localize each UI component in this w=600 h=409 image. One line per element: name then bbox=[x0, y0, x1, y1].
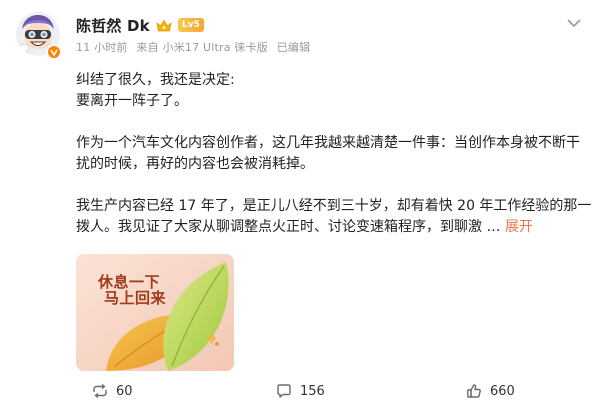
chevron-down-icon bbox=[567, 19, 581, 27]
leaf-illustration-icon bbox=[76, 254, 234, 371]
post-paragraph: 纠结了很久，我还是决定: 要离开一阵子了。 bbox=[76, 70, 576, 112]
verified-badge-icon bbox=[46, 44, 62, 60]
like-button[interactable]: 660 bbox=[466, 381, 515, 401]
thumbs-up-icon bbox=[467, 384, 481, 398]
image-text-line: 马上回来 bbox=[104, 289, 167, 307]
repost-button[interactable]: 60 bbox=[92, 381, 133, 401]
repost-icon bbox=[93, 383, 107, 399]
text-line: 作为一个汽车文化内容创作者，这几年我越来越清楚一件事：当创作本身被不断干 bbox=[76, 135, 580, 151]
post-meta: 11 小时前 来自 小米17 Ultra 徕卡版 已编辑 bbox=[76, 39, 315, 55]
crown-icon[interactable] bbox=[156, 18, 172, 32]
image-caption: 休息一下 马上回来 bbox=[98, 274, 166, 306]
author-name[interactable]: 陈哲然 Dk bbox=[76, 15, 150, 36]
text-line: 我生产内容已经 17 年了，是正儿八经不到三十岁，却有着快 20 年工作经验的那… bbox=[76, 198, 592, 214]
image-text-line: 休息一下 bbox=[98, 273, 161, 291]
post-paragraph: 作为一个汽车文化内容创作者，这几年我越来越清楚一件事：当创作本身被不断干 扰的时… bbox=[76, 133, 580, 175]
post-text: 纠结了很久，我还是决定: 要离开一阵子了。 作为一个汽车文化内容创作者，这几年我… bbox=[76, 70, 592, 238]
text-line: 拨人。我见证了大家从聊调整点火正时、讨论变速箱程序，到聊激 … bbox=[76, 219, 501, 235]
level-badge[interactable]: Lv5 bbox=[177, 18, 204, 32]
like-count: 660 bbox=[490, 383, 515, 399]
edited-label[interactable]: 已编辑 bbox=[277, 41, 311, 54]
author-row: 陈哲然 Dk Lv5 bbox=[76, 14, 204, 36]
text-line: 扰的时候，再好的内容也会被消耗掉。 bbox=[76, 156, 314, 172]
comment-count: 156 bbox=[300, 383, 325, 399]
post-source: 来自 小米17 Ultra 徕卡版 bbox=[136, 41, 268, 54]
text-line-with-expand: 拨人。我见证了大家从聊调整点火正时、讨论变速箱程序，到聊激 … 展开 bbox=[76, 217, 576, 238]
comment-icon bbox=[277, 384, 291, 398]
more-options-button[interactable] bbox=[564, 16, 584, 30]
post-image[interactable]: 休息一下 马上回来 bbox=[76, 254, 234, 371]
repost-count: 60 bbox=[116, 383, 133, 399]
post-paragraph: 我生产内容已经 17 年了，是正儿八经不到三十岁，却有着快 20 年工作经验的那… bbox=[76, 196, 592, 238]
expand-link[interactable]: 展开 bbox=[505, 219, 533, 235]
text-line: 要离开一阵子了。 bbox=[76, 93, 188, 109]
post-time[interactable]: 11 小时前 bbox=[76, 41, 128, 54]
text-line: 纠结了很久，我还是决定: bbox=[76, 72, 235, 88]
weibo-post: 陈哲然 Dk Lv5 11 小时前 来自 小米17 Ultra 徕卡版 已编辑 … bbox=[0, 0, 600, 409]
comment-button[interactable]: 156 bbox=[276, 381, 325, 401]
